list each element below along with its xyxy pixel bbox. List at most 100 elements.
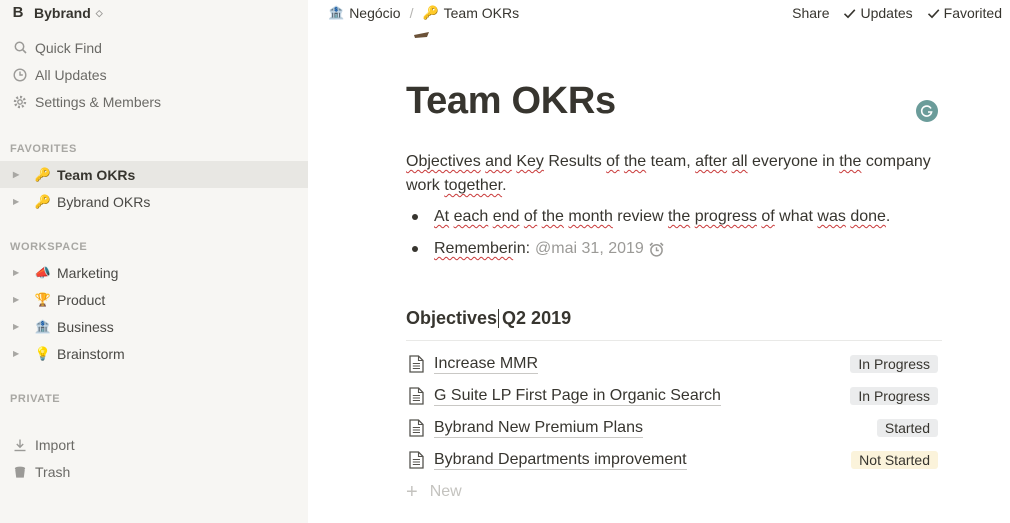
grammarly-icon[interactable] bbox=[916, 100, 938, 122]
status-badge: In Progress bbox=[850, 387, 938, 405]
sidebar-item-team-okrs[interactable]: ▶ 🔑 Team OKRs bbox=[0, 161, 308, 188]
workspace-switcher[interactable]: B Bybrand ◇ bbox=[10, 3, 103, 23]
topbar-actions: Share Updates Favorited bbox=[778, 5, 1002, 21]
key-icon: 🔑 bbox=[34, 166, 52, 182]
objective-row[interactable]: Bybrand Departments improvement Not Star… bbox=[406, 445, 942, 475]
objective-title[interactable]: G Suite LP First Page in Organic Search bbox=[434, 386, 721, 406]
objective-row[interactable]: Bybrand New Premium Plans Started bbox=[406, 413, 942, 443]
share-button[interactable]: Share bbox=[792, 5, 829, 21]
bank-icon: 🏦 bbox=[34, 318, 52, 334]
objective-title[interactable]: Bybrand Departments improvement bbox=[434, 450, 687, 470]
objective-row[interactable]: G Suite LP First Page in Organic Search … bbox=[406, 381, 942, 411]
intro-word: Objectives bbox=[406, 153, 481, 170]
reminder-mention[interactable]: @mai 31, 2019 bbox=[535, 240, 665, 258]
check-icon bbox=[927, 7, 940, 20]
bullet-label: Remember bbox=[434, 240, 514, 257]
reminder-date: @mai 31, 2019 bbox=[535, 240, 644, 257]
bullet-text: At each end of the month review the prog… bbox=[434, 208, 891, 225]
topbar: 🏦 Negócio / 🔑 Team OKRs Share Updates Fa… bbox=[308, 0, 1010, 27]
updates-label: Updates bbox=[860, 5, 913, 21]
sidebar-item-label: Team OKRs bbox=[57, 166, 136, 183]
objective-title[interactable]: Bybrand New Premium Plans bbox=[434, 418, 643, 438]
sidebar-item-business[interactable]: ▶ 🏦 Business bbox=[0, 313, 308, 340]
breadcrumb-item-team-okrs[interactable]: Team OKRs bbox=[444, 5, 519, 21]
lightbulb-icon: 💡 bbox=[34, 345, 52, 361]
sidebar-item-brainstorm[interactable]: ▶ 💡 Brainstorm bbox=[0, 340, 308, 367]
section-heading[interactable]: Objectives Q2 2019 bbox=[406, 307, 571, 329]
chevron-updown-icon: ◇ bbox=[95, 7, 103, 18]
new-row-button[interactable]: + New bbox=[406, 480, 462, 504]
intro-word: together bbox=[444, 177, 503, 194]
sidebar-item-trash[interactable]: Trash bbox=[0, 458, 308, 485]
triangle-right-icon[interactable]: ▶ bbox=[13, 322, 23, 331]
intro-text: Results bbox=[543, 153, 607, 170]
document-icon bbox=[406, 418, 426, 438]
document-icon bbox=[406, 450, 426, 470]
sidebar-item-import[interactable]: Import bbox=[0, 431, 308, 458]
status-badge: In Progress bbox=[850, 355, 938, 373]
sidebar-item-label: Product bbox=[57, 291, 106, 308]
status-badge: Started bbox=[876, 419, 938, 437]
workspace-name: Bybrand bbox=[34, 5, 91, 21]
bullet-dot bbox=[412, 246, 418, 252]
page-icon[interactable] bbox=[413, 31, 431, 39]
intro-text: team, bbox=[646, 153, 696, 170]
divider bbox=[406, 340, 942, 341]
favorited-label: Favorited bbox=[943, 5, 1002, 21]
workspace-header: WORKSPACE bbox=[10, 241, 88, 253]
intro-word: the bbox=[839, 153, 862, 170]
key-icon: 🔑 bbox=[34, 193, 52, 209]
sidebar-item-label: Bybrand OKRs bbox=[57, 193, 151, 210]
sidebar-item-label: All Updates bbox=[35, 66, 107, 83]
sidebar-item-quick-find[interactable]: Quick Find bbox=[0, 34, 308, 61]
favorites-header: FAVORITES bbox=[10, 143, 77, 155]
bullet-remember[interactable]: Remember in: @mai 31, 2019 bbox=[412, 237, 665, 261]
new-row-label: New bbox=[429, 483, 462, 500]
triangle-right-icon[interactable]: ▶ bbox=[13, 197, 23, 206]
sidebar-item-marketing[interactable]: ▶ 📣 Marketing bbox=[0, 259, 308, 286]
sidebar-item-label: Trash bbox=[35, 463, 71, 480]
sidebar-item-product[interactable]: ▶ 🏆 Product bbox=[0, 286, 308, 313]
triangle-right-icon[interactable]: ▶ bbox=[13, 295, 23, 304]
sidebar-item-bybrand-okrs[interactable]: ▶ 🔑 Bybrand OKRs bbox=[0, 188, 308, 215]
intro-word: Key bbox=[516, 153, 544, 170]
sidebar-item-label: Settings & Members bbox=[35, 93, 162, 110]
intro-word: after bbox=[695, 153, 728, 170]
bullet-review[interactable]: At each end of the month review the prog… bbox=[412, 205, 890, 229]
bybrand-logo-icon: B bbox=[12, 4, 24, 21]
megaphone-icon: 📣 bbox=[34, 264, 52, 280]
document-icon bbox=[406, 386, 426, 406]
intro-word: all bbox=[731, 153, 748, 170]
sidebar-item-label: Business bbox=[57, 318, 114, 335]
page-title[interactable]: Team OKRs bbox=[406, 80, 616, 123]
intro-paragraph[interactable]: Objectives and Key Results of the team, … bbox=[406, 150, 946, 198]
key-icon: 🔑 bbox=[422, 5, 439, 20]
trophy-icon: 🏆 bbox=[34, 291, 52, 307]
intro-word: of bbox=[606, 153, 620, 170]
check-icon bbox=[843, 7, 856, 20]
bank-icon: 🏦 bbox=[328, 5, 345, 20]
breadcrumb-separator: / bbox=[409, 5, 414, 21]
triangle-right-icon[interactable]: ▶ bbox=[13, 268, 23, 277]
sidebar-item-settings[interactable]: Settings & Members bbox=[0, 88, 308, 115]
private-header: PRIVATE bbox=[10, 393, 61, 405]
alarm-clock-icon bbox=[649, 241, 664, 257]
sidebar-item-all-updates[interactable]: All Updates bbox=[0, 61, 308, 88]
breadcrumb-item-negocio[interactable]: Negócio bbox=[349, 5, 400, 21]
gear-icon bbox=[12, 94, 28, 110]
triangle-right-icon[interactable]: ▶ bbox=[13, 349, 23, 358]
search-icon bbox=[12, 40, 28, 56]
breadcrumb: 🏦 Negócio / 🔑 Team OKRs bbox=[328, 5, 519, 21]
updates-button[interactable]: Updates bbox=[843, 5, 913, 21]
objective-row[interactable]: Increase MMR In Progress bbox=[406, 349, 942, 379]
status-badge: Not Started bbox=[851, 451, 938, 469]
objective-title[interactable]: Increase MMR bbox=[434, 354, 539, 374]
sidebar-item-label: Import bbox=[35, 436, 75, 453]
intro-word: the bbox=[623, 153, 647, 170]
favorited-button[interactable]: Favorited bbox=[927, 5, 1002, 21]
document-icon bbox=[406, 354, 426, 374]
triangle-right-icon[interactable]: ▶ bbox=[13, 170, 23, 179]
import-icon bbox=[12, 437, 28, 453]
intro-text: company bbox=[861, 153, 931, 170]
plus-icon: + bbox=[406, 480, 418, 503]
